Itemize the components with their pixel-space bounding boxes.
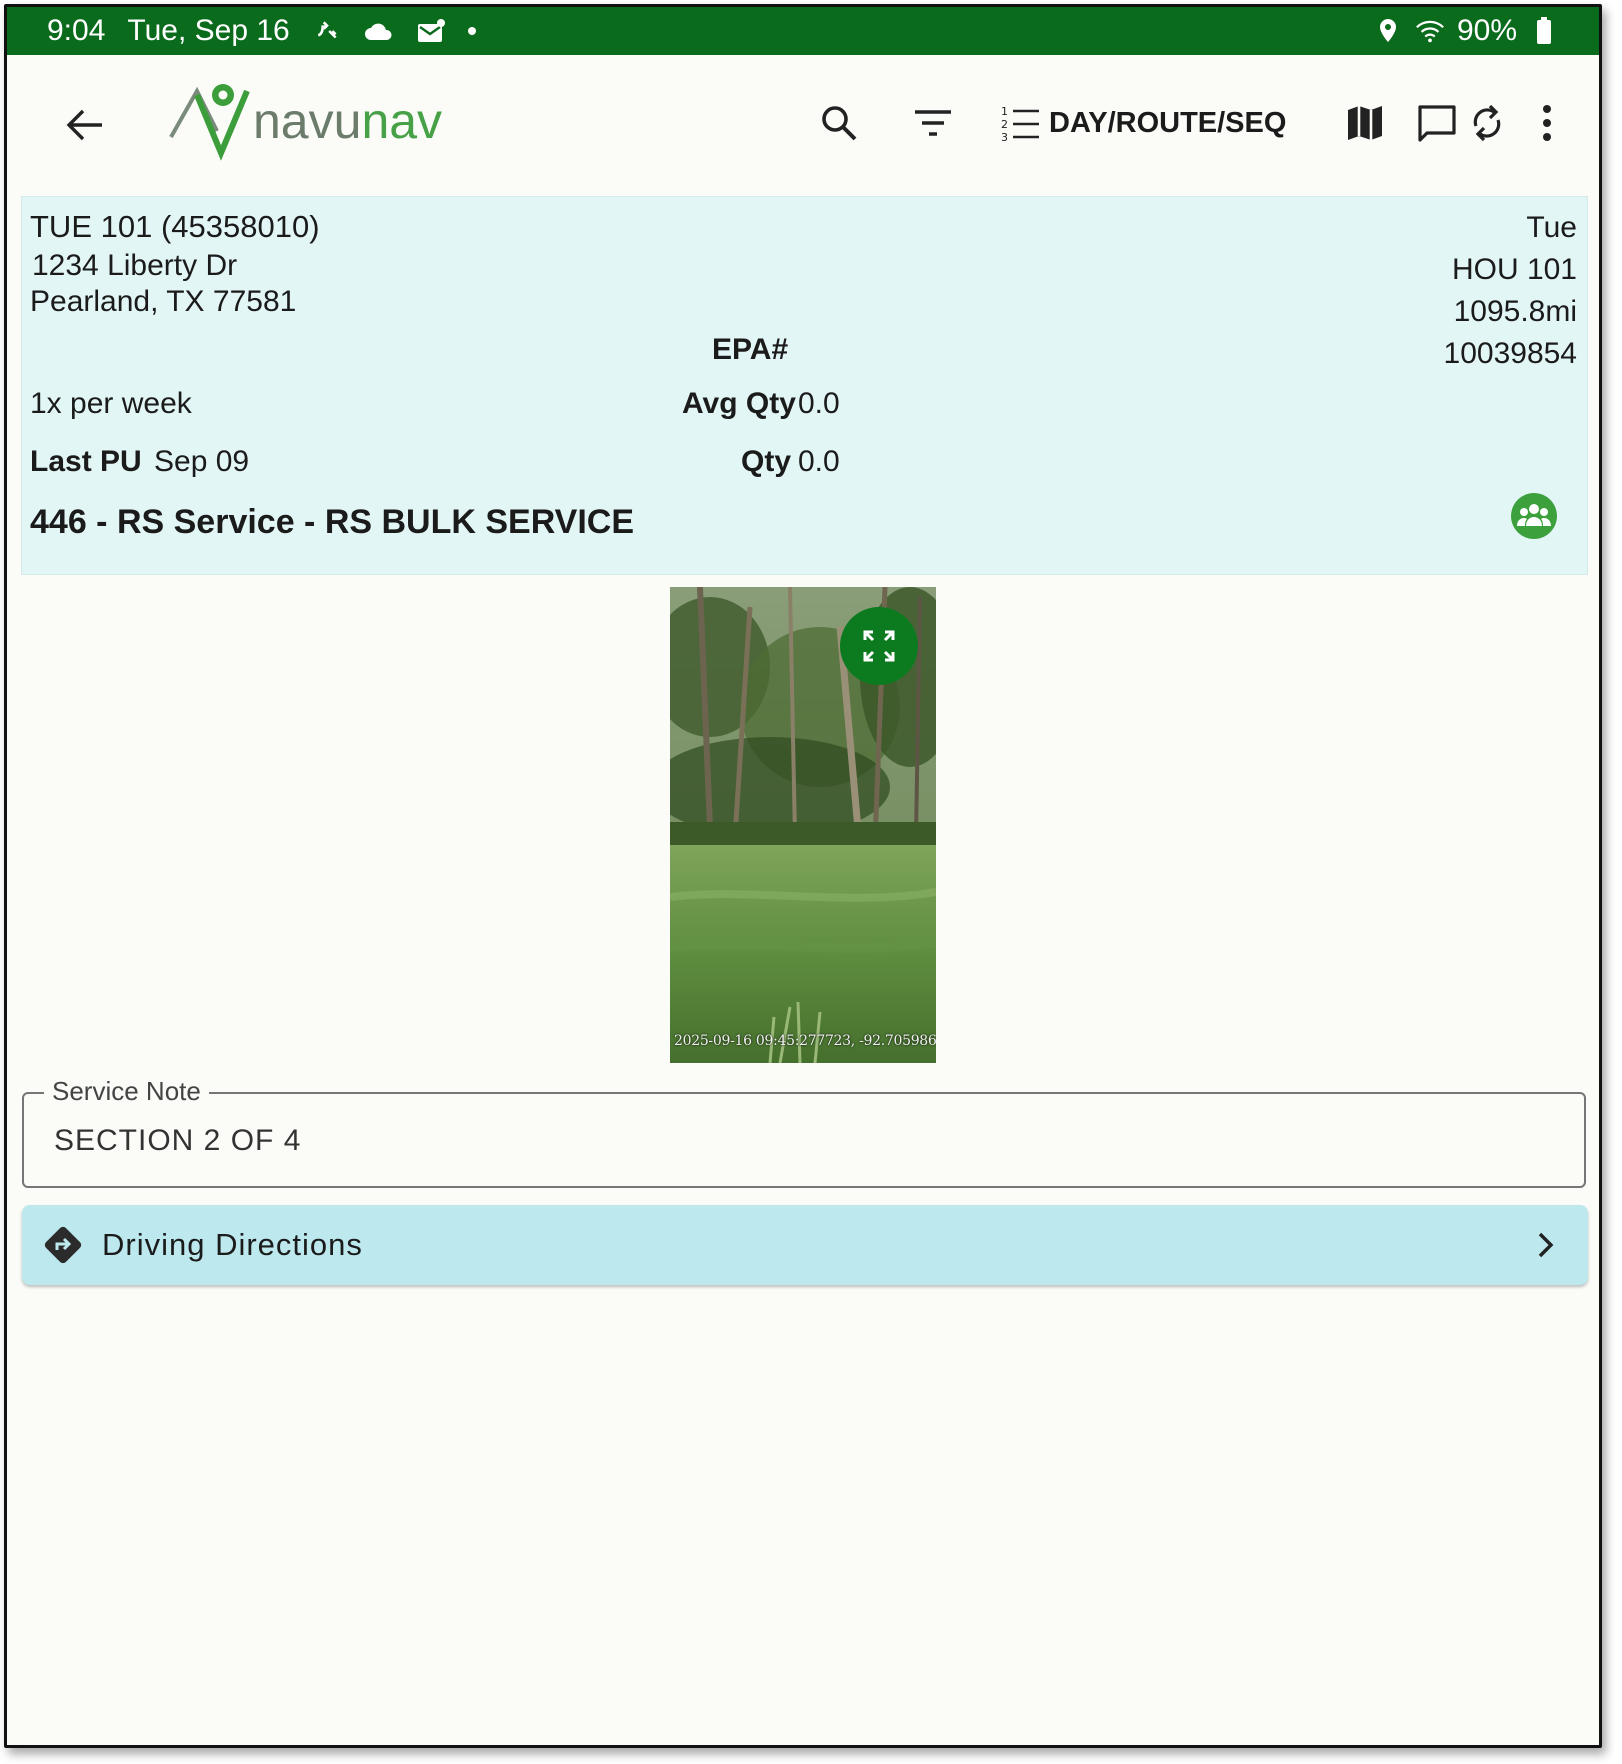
tablet-screen: 9:04 Tue, Sep 16 90% navunav 1 2 3 DAY/R… xyxy=(4,4,1602,1748)
numbered-list-icon: 1 2 3 xyxy=(1001,105,1039,143)
filter-icon xyxy=(915,110,951,136)
search-button[interactable] xyxy=(807,91,871,155)
service-note-value: SECTION 2 OF 4 xyxy=(54,1124,302,1157)
messages-button[interactable] xyxy=(1411,91,1463,155)
service-name: 446 - RS Service - RS BULK SERVICE xyxy=(30,503,635,541)
svg-text:1: 1 xyxy=(1001,105,1008,118)
service-day: Tue xyxy=(1526,211,1577,244)
wifi-icon xyxy=(1415,16,1445,46)
distance: 1095.8mi xyxy=(1453,295,1577,328)
map-icon xyxy=(1348,106,1382,140)
frequency: 1x per week xyxy=(30,387,192,420)
battery-icon xyxy=(1529,16,1559,46)
svg-text:3: 3 xyxy=(1001,131,1008,143)
photo-timestamp: 2025-09-16 09:45:277723, -92.705986 xyxy=(674,1033,936,1049)
sort-button[interactable]: 1 2 3 DAY/ROUTE/SEQ xyxy=(1001,91,1286,155)
app-bar: navunav 1 2 3 DAY/ROUTE/SEQ xyxy=(7,55,1599,185)
chat-icon xyxy=(1418,105,1456,142)
directions-icon xyxy=(42,1224,84,1266)
logo-mark-icon xyxy=(169,84,250,161)
fullscreen-icon xyxy=(863,630,895,662)
directions-label: Driving Directions xyxy=(102,1227,363,1262)
logo-text-accent: nav xyxy=(361,93,443,149)
qty-label: Qty xyxy=(741,445,792,478)
sync-button[interactable] xyxy=(1465,91,1509,155)
stop-info-card: TUE 101 (45358010) 1234 Liberty Dr Pearl… xyxy=(21,196,1588,575)
driving-directions-button[interactable]: Driving Directions xyxy=(22,1205,1588,1285)
logo-text: navunav xyxy=(253,92,442,150)
route-name: HOU 101 xyxy=(1451,253,1577,286)
search-icon xyxy=(822,106,857,141)
svg-text:2: 2 xyxy=(1001,118,1008,131)
battery-percent: 90% xyxy=(1456,14,1517,47)
navunav-logo: navunav xyxy=(167,81,442,161)
service-note-label: Service Note xyxy=(44,1076,209,1107)
sort-label: DAY/ROUTE/SEQ xyxy=(1049,106,1287,139)
qty-value: 0.0 xyxy=(798,445,840,478)
call-forward-icon xyxy=(312,16,342,46)
mail-icon xyxy=(416,16,446,46)
service-photo[interactable]: 2025-09-16 09:45:277723, -92.705986 xyxy=(670,587,936,1063)
more-options-button[interactable] xyxy=(1525,91,1569,155)
back-button[interactable] xyxy=(55,95,115,155)
epa-label: EPA# xyxy=(712,333,789,366)
more-vert-icon xyxy=(1543,105,1551,141)
group-icon[interactable] xyxy=(1511,493,1557,539)
expand-photo-button[interactable] xyxy=(840,607,918,685)
cloud-icon xyxy=(364,16,394,46)
chevron-right-icon xyxy=(1530,1230,1560,1260)
status-bar: 9:04 Tue, Sep 16 90% xyxy=(7,7,1599,55)
map-button[interactable] xyxy=(1337,91,1393,155)
filter-button[interactable] xyxy=(901,91,965,155)
address-line-2: Pearland, TX 77581 xyxy=(30,285,297,318)
status-time: 9:04 xyxy=(47,14,106,47)
address-line-1: 1234 Liberty Dr xyxy=(32,249,238,282)
last-pu-value: Sep 09 xyxy=(154,445,250,478)
avg-qty-value: 0.0 xyxy=(798,387,840,420)
status-date: Tue, Sep 16 xyxy=(127,14,290,47)
account-number: 10039854 xyxy=(1443,337,1577,370)
last-pu-label: Last PU xyxy=(30,445,142,478)
stop-title: TUE 101 (45358010) xyxy=(30,209,320,244)
dot-icon xyxy=(467,27,476,35)
avg-qty-label: Avg Qty xyxy=(682,387,796,420)
logo-text-main: navu xyxy=(253,93,362,149)
back-arrow-icon xyxy=(66,109,102,141)
location-icon xyxy=(1373,16,1403,46)
sync-icon xyxy=(1473,104,1501,142)
service-note-field[interactable]: Service Note SECTION 2 OF 4 xyxy=(22,1076,1586,1188)
